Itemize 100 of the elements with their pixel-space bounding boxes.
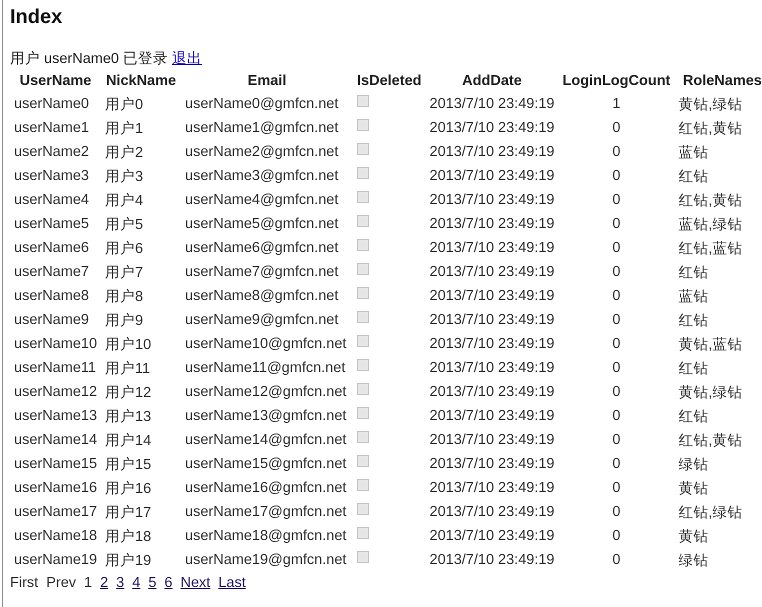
table-cell-text: userName0	[13, 95, 90, 114]
table-cell-text: userName16	[13, 479, 98, 498]
pager-link[interactable]: Last	[218, 573, 246, 593]
table-cell-text: 2013/7/10 23:49:19	[428, 119, 556, 138]
table-cell-text: userName14	[13, 431, 98, 450]
table-cell-text: 用户2	[104, 144, 144, 162]
table-cell-text: userName10	[13, 335, 98, 354]
table-cell-text: 绿钻	[677, 552, 710, 570]
table-cell-text: userName12	[13, 383, 98, 402]
table-cell-text: 2013/7/10 23:49:19	[428, 431, 556, 450]
table-cell-text: 黄钻,绿钻	[677, 384, 744, 402]
table-cell-text: 0	[611, 287, 622, 306]
column-header: RoleNames	[682, 72, 762, 91]
table-cell-text: 0	[611, 383, 622, 402]
table-cell-text: 0	[611, 479, 622, 498]
table-cell-text: 0	[611, 407, 622, 426]
table-cell-text: 2013/7/10 23:49:19	[428, 383, 556, 402]
table-cell-text: userName10@gmfcn.net	[184, 335, 348, 354]
table-cell-text: 1	[611, 95, 622, 114]
pager-link[interactable]: 3	[116, 573, 124, 593]
table-cell-text: 红钻	[677, 264, 710, 282]
table-cell-text: 0	[611, 143, 622, 162]
table-cell-text: 红钻,绿钻	[677, 504, 744, 522]
table-cell-text: userName18@gmfcn.net	[184, 527, 348, 546]
table-cell-text: userName13	[13, 407, 98, 426]
table-cell-text: userName5	[13, 215, 90, 234]
table-cell-text: userName2@gmfcn.net	[184, 143, 340, 162]
table-cell-text: 用户0	[104, 96, 144, 114]
table-cell-text: 0	[611, 191, 622, 210]
table-cell-text: 用户13	[104, 408, 152, 426]
table-cell-text: userName13@gmfcn.net	[184, 407, 348, 426]
table-cell-text: 2013/7/10 23:49:19	[428, 287, 556, 306]
table-cell-text: userName4@gmfcn.net	[184, 191, 340, 210]
table-cell-text: 0	[611, 527, 622, 546]
table-cell-text: 黄钻,绿钻	[677, 96, 744, 114]
table-cell-text: 0	[611, 431, 622, 450]
table-cell-text: userName9	[13, 311, 90, 330]
table-cell-text: 0	[611, 119, 622, 138]
table-cell-text: userName1	[13, 119, 90, 138]
table-cell-text: 红钻,黄钻	[677, 432, 744, 450]
table-cell-text: userName2	[13, 143, 90, 162]
column-header: AddDate	[461, 72, 523, 91]
table-cell-text: 2013/7/10 23:49:19	[428, 335, 556, 354]
column-header: NickName	[104, 72, 178, 91]
table-cell-text: userName9@gmfcn.net	[184, 311, 340, 330]
pager-link[interactable]: 2	[100, 573, 108, 593]
table-cell-text: 0	[611, 551, 622, 570]
table-cell-text: userName15	[13, 455, 98, 474]
table-cell-text: 2013/7/10 23:49:19	[428, 479, 556, 498]
table-cell-text: userName12@gmfcn.net	[184, 383, 348, 402]
table-cell-text: 用户18	[104, 528, 152, 546]
column-header: LoginLogCount	[561, 72, 672, 91]
table-cell-text: 0	[611, 215, 622, 234]
table-cell-text: 0	[611, 239, 622, 258]
table-cell-text: 2013/7/10 23:49:19	[428, 191, 556, 210]
pager-link[interactable]: 4	[132, 573, 140, 593]
table-cell-text: 2013/7/10 23:49:19	[428, 143, 556, 162]
table-cell-text: userName15@gmfcn.net	[184, 455, 348, 474]
table-cell-text: userName7	[13, 263, 90, 282]
table-cell-text: 用户19	[104, 552, 152, 570]
table-cell-text: 用户5	[104, 216, 144, 234]
pager-link[interactable]: 5	[148, 573, 156, 593]
table-cell-text: 2013/7/10 23:49:19	[428, 455, 556, 474]
table-cell-text: 黄钻,蓝钻	[677, 336, 744, 354]
table-cell-text: 黄钻	[677, 480, 710, 498]
logout-link[interactable]: 退出	[172, 50, 202, 68]
table-cell-text: 绿钻	[677, 456, 710, 474]
table-cell-text: userName16@gmfcn.net	[184, 479, 348, 498]
table-cell-text: userName6	[13, 239, 90, 258]
table-cell-text: 2013/7/10 23:49:19	[428, 407, 556, 426]
table-cell-text: 0	[611, 503, 622, 522]
login-status-text: 用户 userName0 已登录	[10, 50, 168, 68]
table-cell-text: 用户17	[104, 504, 152, 522]
table-cell-text: userName11@gmfcn.net	[184, 359, 346, 378]
table-cell-text: 0	[611, 311, 622, 330]
table-cell-text: 用户11	[104, 360, 152, 378]
table-cell-text: 2013/7/10 23:49:19	[428, 311, 556, 330]
table-cell-text: userName19	[13, 551, 98, 570]
pager-link[interactable]: 6	[164, 573, 172, 593]
table-cell-text: userName8@gmfcn.net	[184, 287, 340, 306]
table-cell-text: 用户9	[104, 312, 144, 330]
table-cell-text: 2013/7/10 23:49:19	[428, 263, 556, 282]
table-cell-text: 0	[611, 455, 622, 474]
table-cell-text: 0	[611, 359, 622, 378]
column-header: Email	[246, 72, 288, 91]
table-cell-text: 红钻,蓝钻	[677, 240, 744, 258]
table-cell-text: userName8	[13, 287, 90, 306]
table-cell-text: userName7@gmfcn.net	[184, 263, 340, 282]
table-cell-text: 2013/7/10 23:49:19	[428, 215, 556, 234]
table-cell-text: 蓝钻	[677, 288, 710, 306]
table-cell-text: 0	[611, 167, 622, 186]
column-header: IsDeleted	[356, 72, 422, 91]
table-cell-text: 红钻	[677, 312, 710, 330]
table-cell-text: userName17	[13, 503, 98, 522]
table-cell-text: 用户8	[104, 288, 144, 306]
table-cell-text: 红钻	[677, 168, 710, 186]
pager-link[interactable]: Next	[180, 573, 210, 593]
table-cell-text: 0	[611, 335, 622, 354]
table-cell-text: userName17@gmfcn.net	[184, 503, 348, 522]
table-cell-text: userName18	[13, 527, 98, 546]
